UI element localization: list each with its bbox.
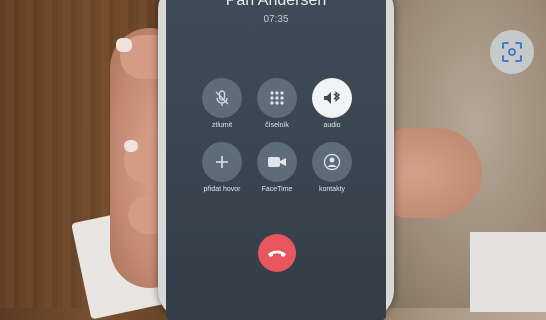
mute-button[interactable]	[202, 78, 242, 118]
facetime-button[interactable]	[257, 142, 297, 182]
end-call-icon	[268, 250, 286, 257]
visual-search-icon	[502, 42, 522, 62]
add-call-button[interactable]	[202, 142, 242, 182]
visual-search-button[interactable]	[490, 30, 534, 74]
contacts-icon	[323, 153, 341, 171]
keypad-icon	[270, 91, 284, 105]
caller-name: Pan Andersen	[225, 0, 327, 9]
facetime-icon	[268, 157, 286, 167]
call-duration: 07:35	[263, 14, 289, 25]
contacts-button[interactable]	[312, 142, 352, 182]
contacts-label: kontakty	[318, 186, 346, 193]
fingernail-1	[116, 38, 132, 52]
plus-icon	[216, 156, 228, 168]
audio-button[interactable]	[312, 78, 352, 118]
keypad-button[interactable]	[257, 78, 297, 118]
bluetooth-audio-icon	[324, 91, 341, 104]
paper-sheet-right	[470, 232, 546, 312]
call-screen: Pan Andersen 07:35 ztlumit číselník audi…	[166, 0, 386, 320]
audio-label: audio	[323, 122, 341, 129]
mic-off-icon	[215, 90, 229, 106]
fingernail-2	[124, 140, 138, 152]
end-call-button[interactable]	[258, 234, 296, 272]
